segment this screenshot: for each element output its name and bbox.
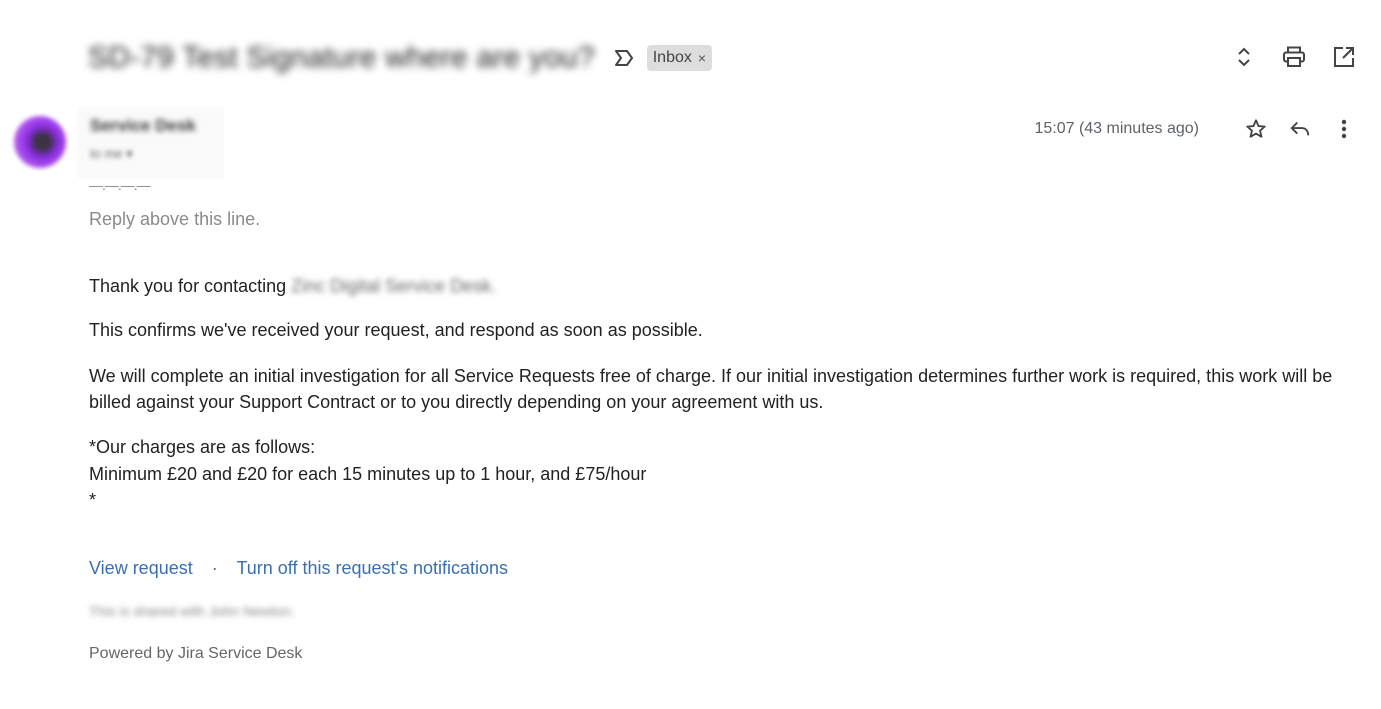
reply-separator-line: —.—.—.— xyxy=(89,177,151,193)
message-timestamp: 15:07 (43 minutes ago) xyxy=(1034,120,1199,137)
powered-by-footer: Powered by Jira Service Desk xyxy=(89,645,303,662)
shared-with-note: This is shared with John Newton. xyxy=(89,603,295,619)
thread-actions xyxy=(1231,44,1357,70)
expand-collapse-icon[interactable] xyxy=(1231,44,1257,70)
thanks-paragraph: Thank you for contacting Zinc Digital Se… xyxy=(89,273,1349,299)
email-subject: SD-79 Test Signature where are you? xyxy=(88,41,595,74)
request-links: View request · Turn off this request's n… xyxy=(89,555,1349,581)
link-separator: · xyxy=(211,558,218,578)
print-icon[interactable] xyxy=(1281,44,1307,70)
email-body: —.—.—.— Reply above this line. Thank you… xyxy=(89,177,1349,667)
message-meta: 15:07 (43 minutes ago) xyxy=(1034,116,1357,142)
recipient-details-toggle[interactable]: to me ▾ xyxy=(90,146,133,162)
open-in-new-window-icon[interactable] xyxy=(1331,44,1357,70)
reply-icon[interactable] xyxy=(1287,116,1313,142)
sender-avatar[interactable] xyxy=(14,116,66,168)
company-name: Zinc Digital Service Desk. xyxy=(291,276,497,296)
sender-name[interactable]: Service Desk xyxy=(90,116,196,136)
charges-title: *Our charges are as follows: xyxy=(89,437,316,457)
turn-off-notifications-link[interactable]: Turn off this request's notifications xyxy=(236,558,508,578)
reply-above-text: Reply above this line. xyxy=(89,209,261,229)
confirmation-paragraph: This confirms we've received your reques… xyxy=(89,320,703,340)
inbox-label-chip[interactable]: Inbox × xyxy=(646,45,713,71)
star-icon[interactable] xyxy=(1243,116,1269,142)
remove-label-icon[interactable]: × xyxy=(698,50,706,66)
label-chip-text: Inbox xyxy=(652,49,692,66)
thanks-text: Thank you for contacting xyxy=(89,276,287,296)
charges-end: * xyxy=(89,490,97,510)
subject-row: SD-79 Test Signature where are you? Inbo… xyxy=(88,38,713,78)
investigation-paragraph: We will complete an initial investigatio… xyxy=(89,366,1333,412)
view-request-link[interactable]: View request xyxy=(89,558,193,578)
importance-marker-icon[interactable] xyxy=(613,47,635,69)
charges-detail: Minimum £20 and £20 for each 15 minutes … xyxy=(89,464,647,484)
more-options-icon[interactable] xyxy=(1331,116,1357,142)
